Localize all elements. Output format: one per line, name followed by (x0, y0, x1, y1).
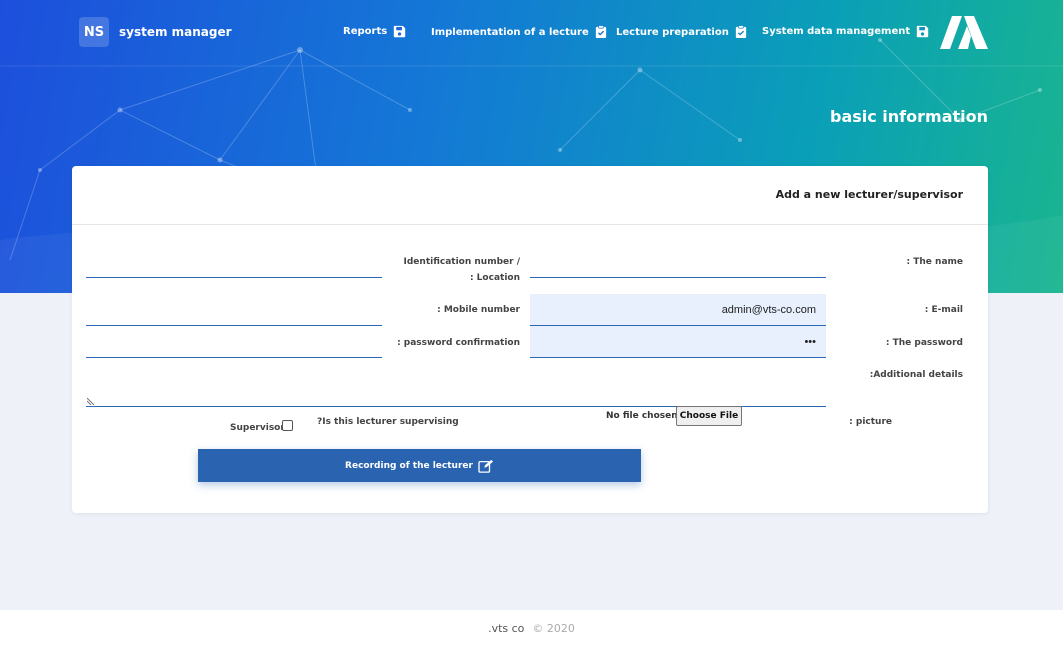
id-location-label-line2: : Location (469, 273, 520, 283)
card-header: Add a new lecturer/supervisor (72, 166, 988, 225)
details-label: :Additional details (869, 370, 963, 380)
clipboard-check-icon (735, 25, 746, 38)
supervisor-checkbox[interactable] (282, 420, 293, 431)
mobile-field[interactable] (86, 294, 382, 326)
name-label: : The name (906, 257, 963, 267)
nav-item-label: System data management (762, 26, 911, 37)
choose-file-button[interactable]: Choose File (676, 406, 742, 426)
brand-logo-icon[interactable] (938, 14, 990, 50)
footer: .vts co © 2020 (0, 610, 1063, 646)
top-navigation-bar: NS system manager Reports Implementation… (0, 0, 1063, 66)
email-field[interactable] (530, 294, 826, 326)
nav-item-label: Reports (343, 26, 388, 37)
page-title: basic information (829, 107, 988, 126)
save-icon (394, 25, 406, 38)
footer-copyright: © 2020 (532, 621, 575, 635)
resize-handle-icon[interactable] (87, 397, 95, 405)
mobile-label: : Mobile number (437, 305, 520, 315)
id-location-field[interactable] (86, 246, 382, 278)
edit-icon (478, 459, 493, 473)
id-location-label-line1: Identification number / (403, 257, 520, 267)
nav-item-implementation[interactable]: Implementation of a lecture (431, 25, 607, 39)
supervisor-label: Supervisor (230, 423, 285, 433)
nav-item-system-data-management[interactable]: System data management (762, 25, 929, 38)
brand-badge[interactable]: NS (79, 17, 109, 47)
password-confirm-field[interactable] (86, 326, 382, 358)
name-field[interactable] (530, 246, 826, 278)
clipboard-check-icon (595, 25, 606, 38)
password-label: : The password (885, 338, 963, 348)
password-confirm-label: : password confirmation (397, 338, 520, 348)
picture-label: : picture (849, 417, 892, 427)
password-field[interactable] (530, 326, 826, 358)
record-lecturer-button[interactable]: Recording of the lecturer (198, 449, 641, 482)
details-textarea[interactable] (86, 374, 826, 407)
nav-item-lecture-preparation[interactable]: Lecture preparation (616, 25, 747, 39)
nav-item-reports[interactable]: Reports (343, 25, 406, 38)
lecturer-form-card: Add a new lecturer/supervisor : The name… (72, 166, 988, 513)
form-title: Add a new lecturer/supervisor (775, 188, 963, 201)
file-status: No file chosen (606, 411, 678, 421)
save-icon (916, 25, 929, 38)
footer-company: .vts co (488, 621, 525, 635)
email-label: : E-mail (924, 305, 963, 315)
nav-item-label: Lecture preparation (616, 26, 729, 38)
brand-name[interactable]: system manager (119, 25, 232, 39)
submit-label: Recording of the lecturer (345, 460, 473, 471)
supervising-question-label: ?Is this lecturer supervising (317, 417, 459, 427)
nav-item-label: Implementation of a lecture (431, 26, 589, 38)
